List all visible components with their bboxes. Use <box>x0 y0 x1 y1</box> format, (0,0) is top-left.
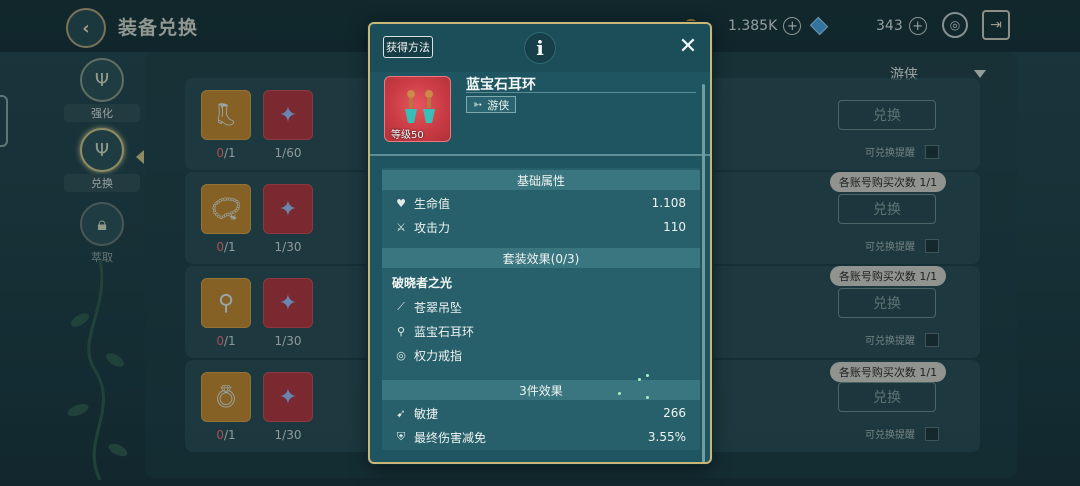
runner-icon: ➹ <box>396 406 406 420</box>
obtain-method-button[interactable]: 获得方法 <box>383 36 433 58</box>
info-icon[interactable]: i <box>524 32 556 64</box>
earring-right-shape <box>423 90 435 123</box>
popup-scrollbar[interactable] <box>702 84 705 462</box>
sparkle-decoration <box>638 378 641 381</box>
set-piece-row: ⟋ 苍翠吊坠 <box>382 296 700 318</box>
heart-icon: ♥ <box>396 196 406 210</box>
set-name: 破晓者之光 <box>392 276 453 290</box>
pendant-icon: ⟋ <box>397 300 405 313</box>
three-piece-effect-header: 3件效果 <box>382 380 700 400</box>
earring-left-shape <box>405 90 417 123</box>
sparkle-decoration <box>646 374 649 377</box>
stat-row-damage-reduction: ⛨ 最终伤害减免 3.55% <box>382 426 700 448</box>
set-piece-row: ⚲ 蓝宝石耳环 <box>382 320 700 342</box>
item-level: 等级50 <box>391 130 424 141</box>
item-card: 等级50 蓝宝石耳环 ➳ 游侠 <box>384 76 696 152</box>
set-effect-header: 套装效果(0/3) <box>382 248 700 268</box>
class-tag: ➳ 游侠 <box>466 96 517 113</box>
sparkle-decoration <box>646 396 649 399</box>
item-detail-popup: 获得方法 i ✕ 等级50 蓝宝石耳环 ➳ 游侠 基础属性 ♥ 生命值 1.10… <box>368 22 712 464</box>
basic-attributes-header: 基础属性 <box>382 170 700 190</box>
crossed-swords-icon: ⚔ <box>396 220 406 234</box>
stats-panel: 基础属性 ♥ 生命值 1.108 ⚔ 攻击力 110 套装效果(0/3) 破晓者… <box>382 168 700 450</box>
earring-icon: 等级50 <box>384 76 451 142</box>
bow-icon: ➳ <box>473 98 483 111</box>
damage-reduce-icon: ⛨ <box>396 430 406 443</box>
class-tag-label: 游侠 <box>487 98 510 112</box>
earring-icon: ⚲ <box>396 324 406 338</box>
close-icon[interactable]: ✕ <box>676 34 700 59</box>
stat-row-attack: ⚔ 攻击力 110 <box>382 216 700 238</box>
stat-row-agility: ➹ 敏捷 266 <box>382 402 700 424</box>
name-divider <box>466 92 696 93</box>
sparkle-decoration <box>618 392 621 395</box>
item-name: 蓝宝石耳环 <box>466 77 536 93</box>
stat-row-hp: ♥ 生命值 1.108 <box>382 192 700 214</box>
section-divider <box>370 154 710 156</box>
ring-icon: ◎ <box>396 348 406 362</box>
set-piece-row: ◎ 权力戒指 <box>382 344 700 366</box>
